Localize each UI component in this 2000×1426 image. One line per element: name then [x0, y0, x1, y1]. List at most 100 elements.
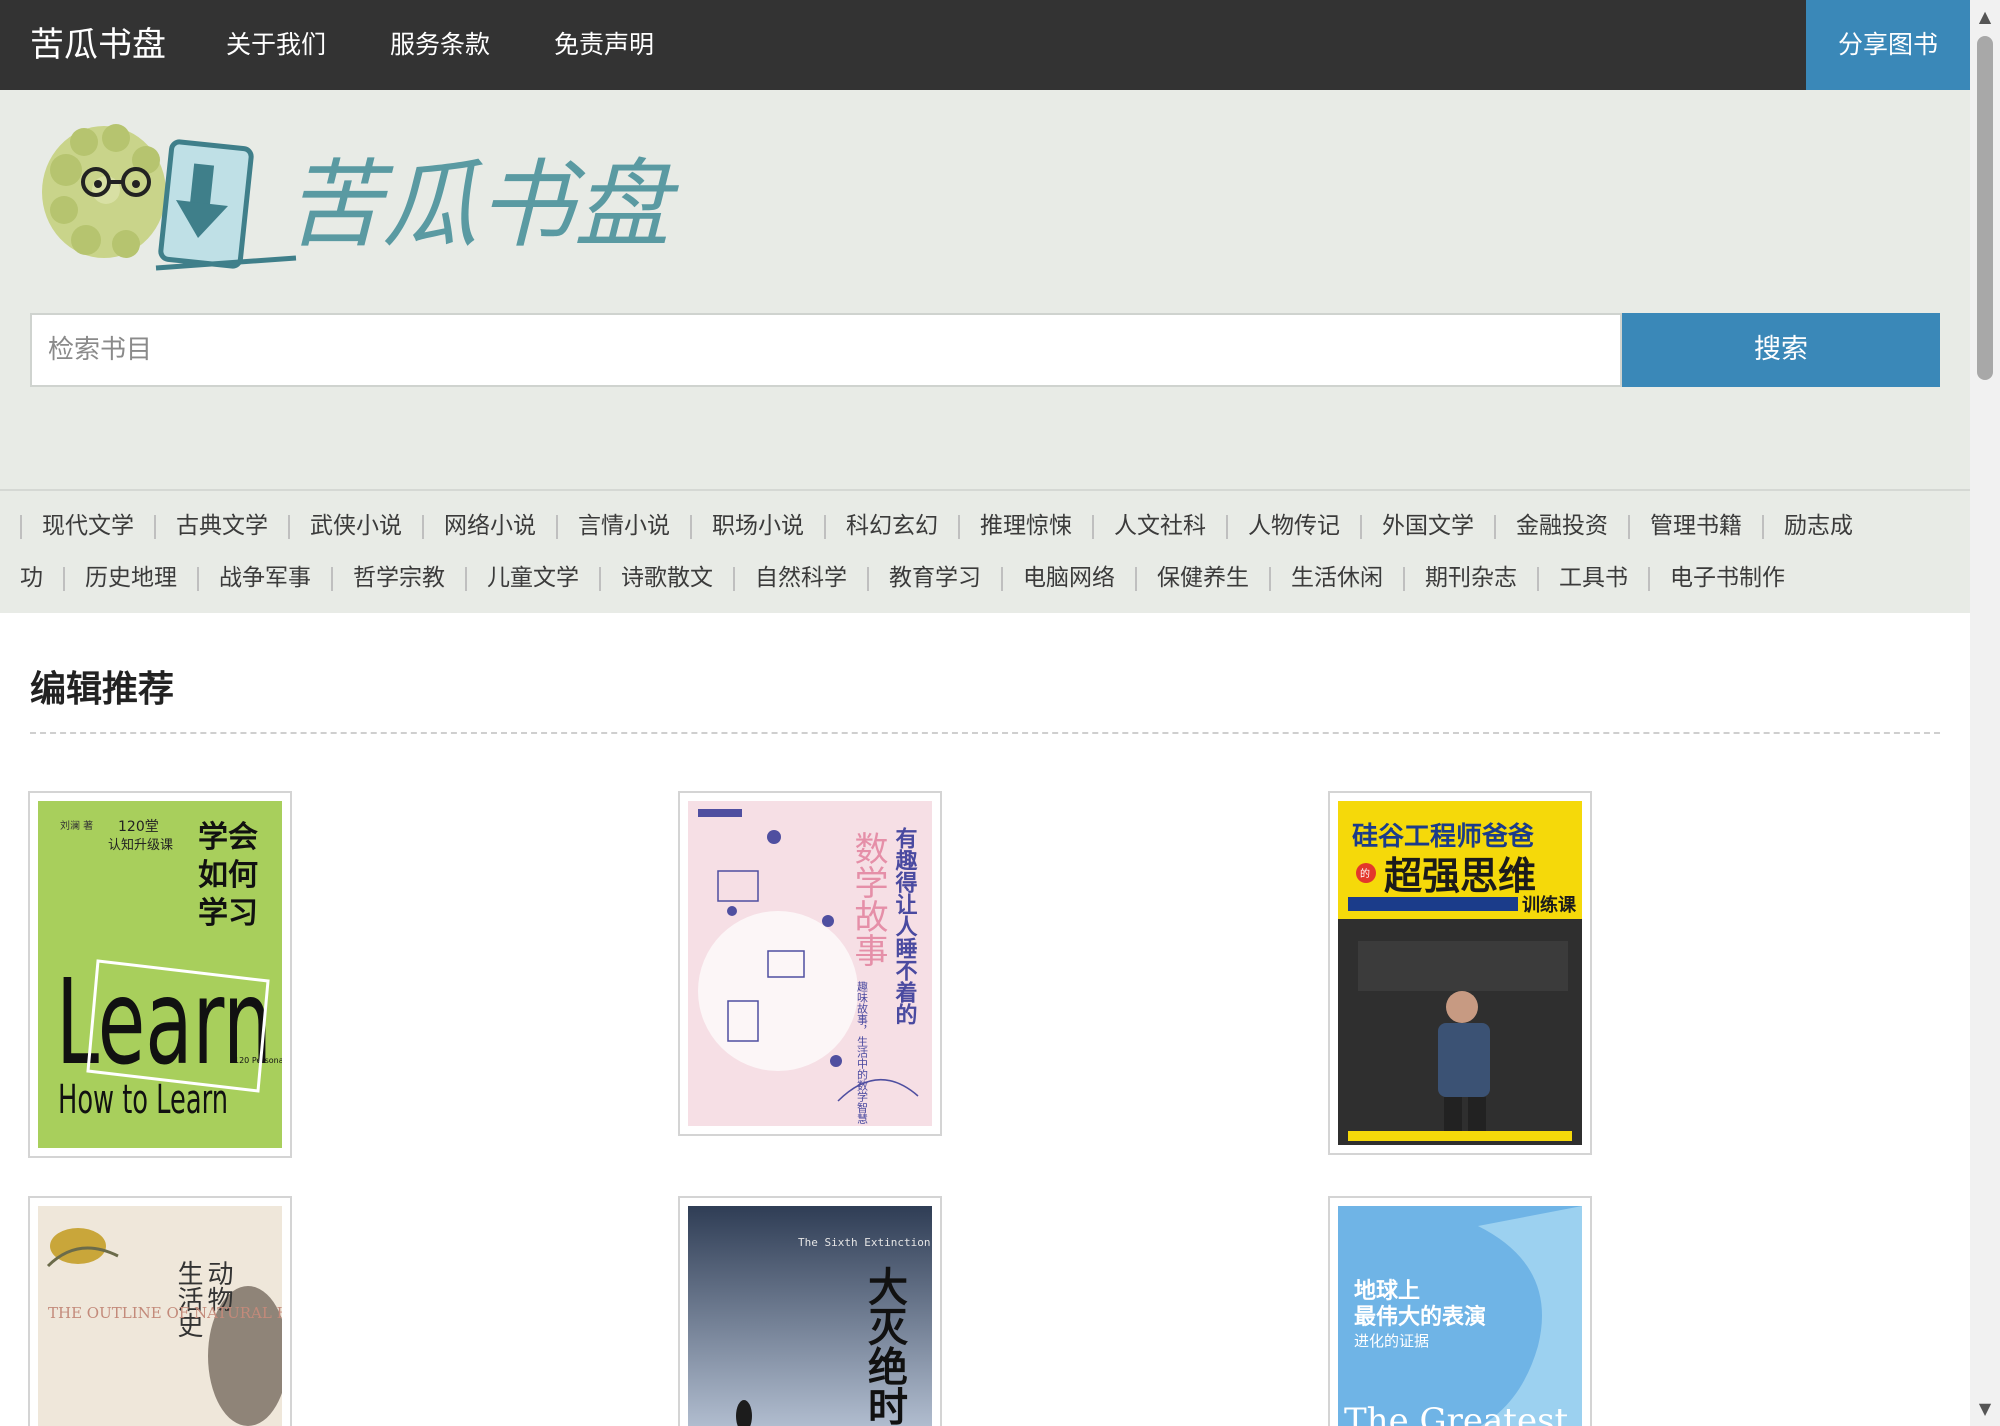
book-cover: The Sixth Extinction 大灭绝时代	[688, 1206, 932, 1426]
category-separator	[1403, 566, 1405, 591]
category-link[interactable]: 言情小说	[578, 500, 670, 552]
scroll-up-arrow-icon[interactable]: ▲	[1970, 0, 2000, 30]
category-link[interactable]: 期刊杂志	[1425, 552, 1517, 604]
svg-text:的: 的	[1360, 867, 1370, 880]
nav-about[interactable]: 关于我们	[226, 0, 326, 90]
scroll-thumb[interactable]	[1977, 36, 1993, 380]
category-link[interactable]: 工具书	[1559, 552, 1628, 604]
book-card[interactable]: 动物 生活史 THE OUTLINE OF NATURAL HISTORY	[28, 1196, 292, 1426]
svg-text:THE OUTLINE OF NATURAL HISTORY: THE OUTLINE OF NATURAL HISTORY	[48, 1304, 282, 1322]
scroll-down-arrow-icon[interactable]: ▼	[1970, 1396, 2000, 1426]
category-link[interactable]: 生活休闲	[1291, 552, 1383, 604]
book-cover: 有趣得让人睡不着的 数学故事 趣味故事，生活中的数学智慧	[688, 801, 932, 1126]
category-link[interactable]: 保健养生	[1157, 552, 1249, 604]
book-card[interactable]: 有趣得让人睡不着的 数学故事 趣味故事，生活中的数学智慧	[678, 791, 942, 1136]
category-separator	[1001, 566, 1003, 591]
category-link[interactable]: 现代文学	[42, 500, 134, 552]
category-separator	[197, 566, 199, 591]
category-separator	[1494, 514, 1496, 539]
section-title: 编辑推荐	[30, 669, 175, 710]
nav-disclaimer[interactable]: 免责声明	[554, 0, 654, 90]
category-link[interactable]: 哲学宗教	[353, 552, 445, 604]
book-card[interactable]: 地球上 最伟大的表演 进化的证据 The Greatest	[1328, 1196, 1592, 1426]
svg-text:学会: 学会	[198, 820, 258, 855]
category-link[interactable]: 管理书籍	[1650, 500, 1742, 552]
svg-text:有趣得让人睡不着的: 有趣得让人睡不着的	[892, 826, 919, 1025]
svg-text:进化的证据: 进化的证据	[1354, 1332, 1429, 1350]
site-logo[interactable]: 苦瓜书盘	[36, 120, 686, 280]
vertical-scrollbar[interactable]: ▲ ▼	[1970, 0, 2000, 1426]
search-input[interactable]	[30, 313, 1622, 387]
category-link[interactable]: 外国文学	[1382, 500, 1474, 552]
category-link[interactable]: 励志成	[1784, 500, 1853, 552]
book-cover: 动物 生活史 THE OUTLINE OF NATURAL HISTORY	[38, 1206, 282, 1426]
svg-text:120堂: 120堂	[118, 819, 159, 835]
category-separator	[824, 514, 826, 539]
category-separator	[465, 566, 467, 591]
book-cover: 刘澜 著 120堂 认知升级课 学会 如何 学习 Learn How to Le…	[38, 801, 282, 1148]
category-link[interactable]: 儿童文学	[487, 552, 579, 604]
svg-text:最伟大的表演: 最伟大的表演	[1354, 1304, 1486, 1330]
category-link[interactable]: 武侠小说	[310, 500, 402, 552]
category-link[interactable]: 推理惊悚	[980, 500, 1072, 552]
category-separator	[867, 566, 869, 591]
svg-text:120 Personal Lessons with Liu: 120 Personal Lessons with Liu Lan	[234, 1056, 282, 1065]
svg-text:The Greatest: The Greatest	[1344, 1401, 1569, 1426]
category-separator	[599, 566, 601, 591]
category-separator	[422, 514, 424, 539]
top-nav: 苦瓜书盘 关于我们 服务条款 免责声明 分享图书	[0, 0, 1970, 90]
brand-link[interactable]: 苦瓜书盘	[30, 0, 166, 90]
svg-text:如何: 如何	[198, 858, 258, 893]
category-link[interactable]: 网络小说	[444, 500, 536, 552]
category-separator	[690, 514, 692, 539]
svg-text:数学故事: 数学故事	[848, 831, 888, 967]
svg-text:趣味故事，生活中的数学智慧: 趣味故事，生活中的数学智慧	[856, 980, 869, 1124]
svg-text:刘澜 著: 刘澜 著	[60, 819, 93, 832]
category-row-1: 现代文学 古典文学 武侠小说 网络小说 言情小说 职场小说 科幻玄幻 推理惊悚 人文社科 人物传记…	[0, 500, 1853, 552]
book-card[interactable]: 刘澜 著 120堂 认知升级课 学会 如何 学习 Learn How to Le…	[28, 791, 292, 1158]
svg-text:训练课: 训练课	[1522, 894, 1577, 916]
category-separator	[331, 566, 333, 591]
category-link[interactable]: 战争军事	[219, 552, 311, 604]
category-link[interactable]: 历史地理	[85, 552, 177, 604]
logo-text: 苦瓜书盘	[286, 149, 679, 261]
svg-text:学习: 学习	[198, 896, 258, 931]
category-separator	[288, 514, 290, 539]
search-button[interactable]: 搜索	[1622, 313, 1940, 387]
category-link[interactable]: 职场小说	[712, 500, 804, 552]
svg-text:硅谷工程师爸爸: 硅谷工程师爸爸	[1352, 822, 1534, 852]
category-divider	[0, 489, 1970, 491]
category-link[interactable]: 自然科学	[755, 552, 847, 604]
category-separator	[1537, 566, 1539, 591]
share-book-button[interactable]: 分享图书	[1806, 0, 1970, 90]
category-separator	[63, 566, 65, 591]
nav-terms[interactable]: 服务条款	[390, 0, 490, 90]
category-separator	[1648, 566, 1650, 591]
category-link[interactable]: 人文社科	[1114, 500, 1206, 552]
category-link[interactable]: 人物传记	[1248, 500, 1340, 552]
category-link[interactable]: 金融投资	[1516, 500, 1608, 552]
category-link[interactable]: 电脑网络	[1023, 552, 1115, 604]
category-separator	[1628, 514, 1630, 539]
category-link[interactable]: 诗歌散文	[621, 552, 713, 604]
svg-text:地球上: 地球上	[1354, 1279, 1420, 1304]
category-link[interactable]: 功	[20, 552, 43, 604]
category-link[interactable]: 教育学习	[889, 552, 981, 604]
svg-text:生活史: 生活史	[173, 1260, 203, 1338]
category-row-2: 功历史地理 战争军事 哲学宗教 儿童文学 诗歌散文 自然科学 教育学习 电脑网络 保健养生 生活休…	[0, 552, 1785, 604]
category-separator	[1226, 514, 1228, 539]
header: 苦瓜书盘 搜索 现代文学古典文学武侠小说网络小说言情小说职场小说科幻玄幻推理惊悚…	[0, 90, 1970, 613]
category-link[interactable]: 科幻玄幻	[846, 500, 938, 552]
bitter-melon-icon	[42, 124, 166, 258]
category-separator	[20, 514, 22, 539]
category-link[interactable]: 古典文学	[176, 500, 268, 552]
book-card[interactable]: 硅谷工程师爸爸 的 超强思维 训练课	[1328, 791, 1592, 1155]
book-cover: 硅谷工程师爸爸 的 超强思维 训练课	[1338, 801, 1582, 1145]
tablet-download-icon	[155, 139, 297, 271]
category-link[interactable]: 电子书制作	[1670, 552, 1785, 604]
book-cover: 地球上 最伟大的表演 进化的证据 The Greatest	[1338, 1206, 1582, 1426]
category-separator	[1135, 566, 1137, 591]
svg-text:大灭绝时代: 大灭绝时代	[861, 1266, 909, 1426]
svg-text:认知升级课: 认知升级课	[108, 837, 173, 853]
book-card[interactable]: The Sixth Extinction 大灭绝时代	[678, 1196, 942, 1426]
